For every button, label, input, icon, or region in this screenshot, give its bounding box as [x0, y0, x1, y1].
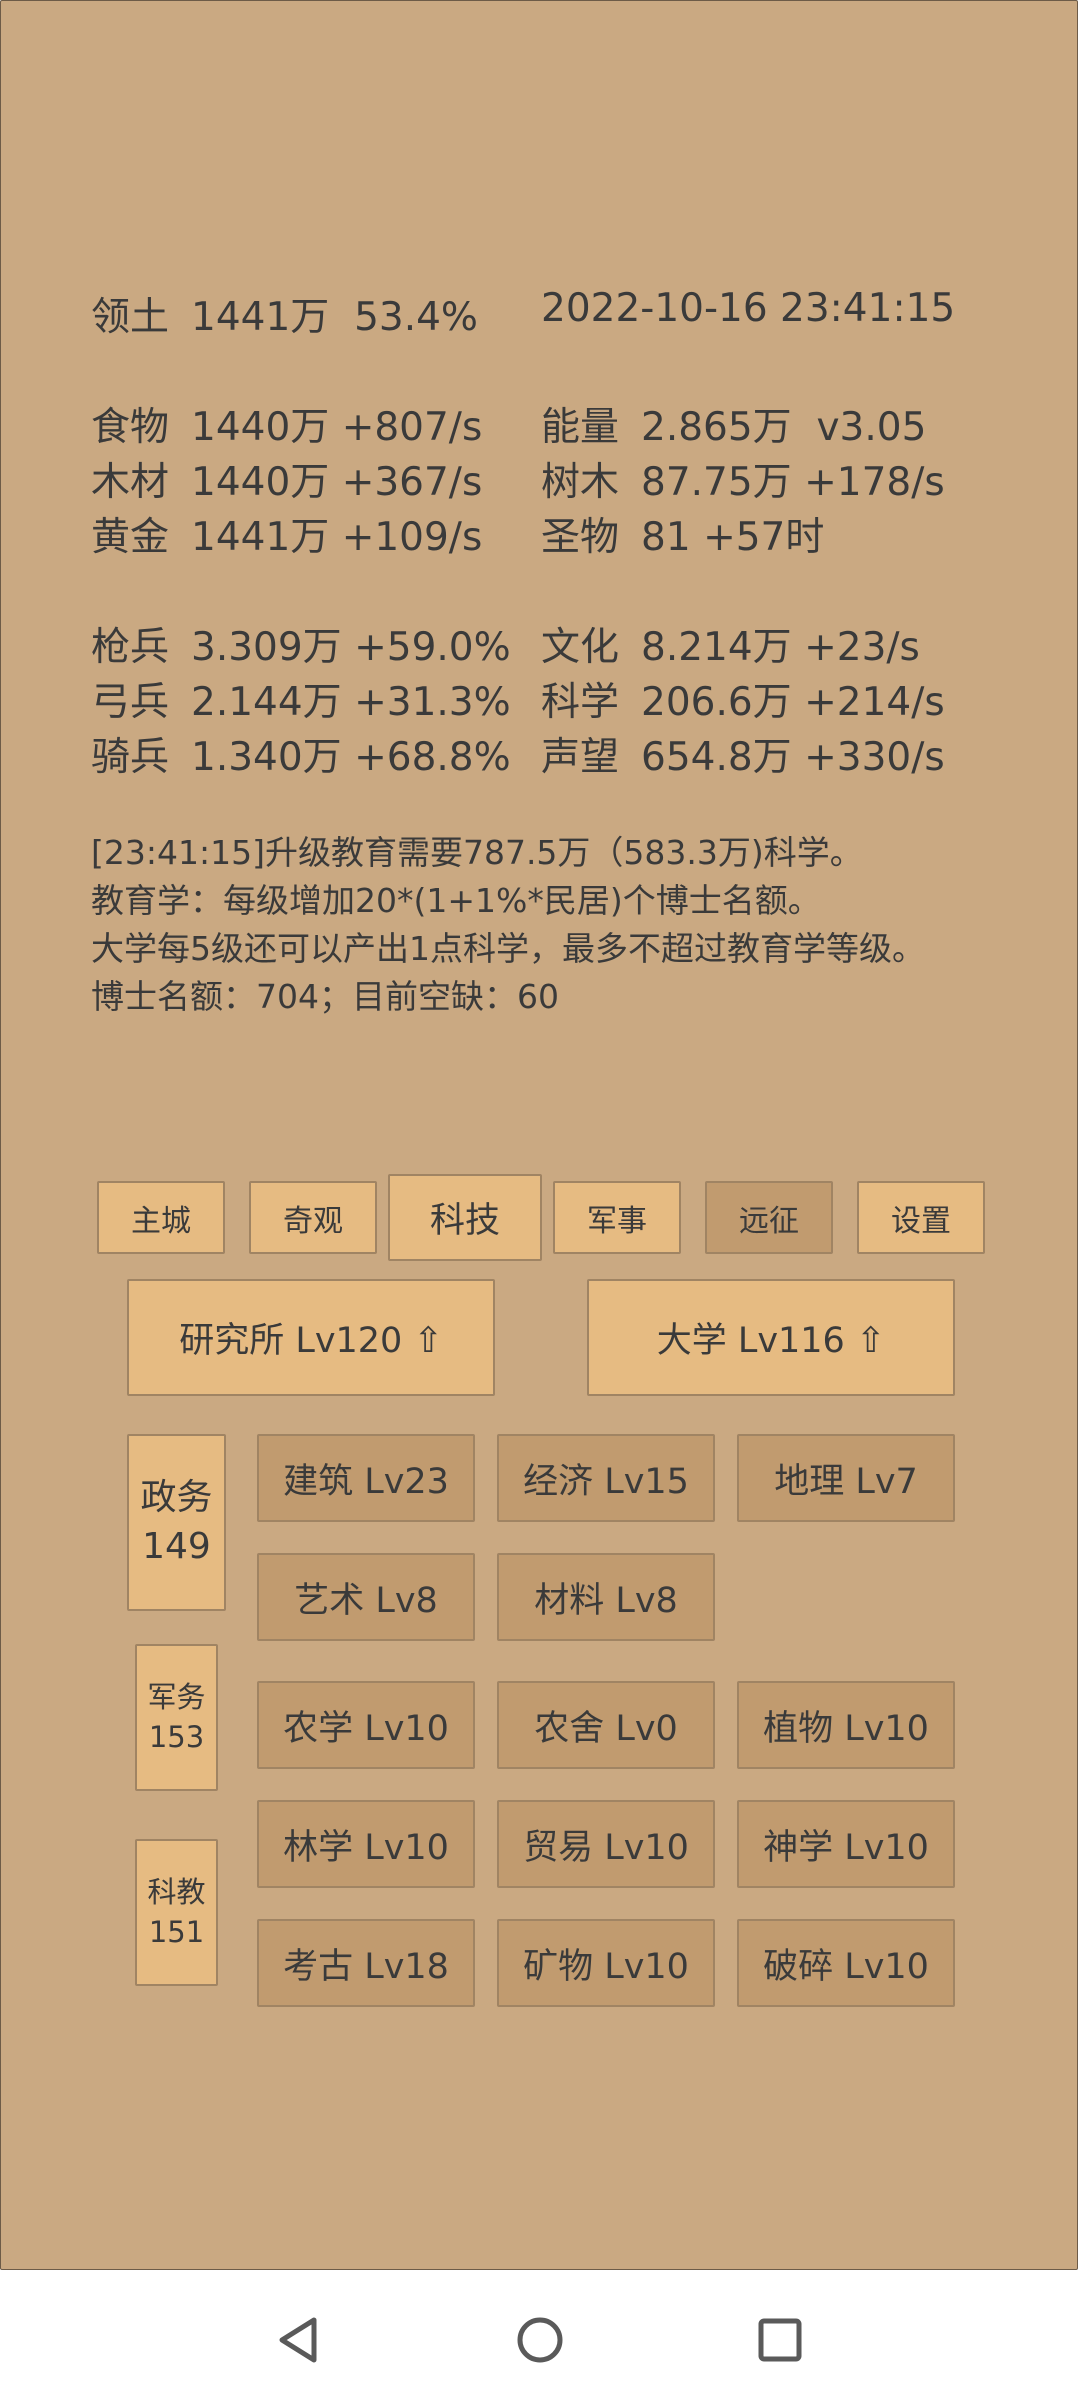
- cavalry-rate: +68.8%: [354, 735, 511, 780]
- log-line: 教育学：每级增加20*(1+1%*民居)个博士名额。: [91, 881, 821, 920]
- tech-geography[interactable]: 地理 Lv7: [737, 1434, 955, 1522]
- spear-label: 枪兵: [91, 625, 170, 670]
- energy-value: 2.865万: [641, 405, 792, 450]
- tech-agronomy[interactable]: 农学 Lv10: [257, 1681, 475, 1769]
- archer-stat: 弓兵 2.144万 +31.3%: [91, 671, 511, 727]
- tech-art[interactable]: 艺术 Lv8: [257, 1553, 475, 1641]
- wood-rate: +367/s: [341, 460, 483, 505]
- tech-trade[interactable]: 贸易 Lv10: [497, 1800, 715, 1888]
- trees-label: 树木: [541, 460, 620, 505]
- science-rate: +214/s: [804, 680, 945, 725]
- back-icon[interactable]: [270, 2310, 330, 2370]
- gold-stat: 黄金 1441万 +109/s: [91, 506, 482, 562]
- tab-main-city[interactable]: 主城: [97, 1181, 225, 1254]
- food-rate: +807/s: [341, 405, 483, 450]
- category-science[interactable]: 科教 151: [135, 1839, 218, 1986]
- wood-stat: 木材 1440万 +367/s: [91, 451, 482, 507]
- food-stat: 食物 1440万 +807/s: [91, 396, 482, 452]
- military-count: 153: [148, 1719, 205, 1754]
- territory-stat: 领土 1441万 53.4%: [91, 286, 478, 342]
- territory-value: 1441万: [191, 295, 330, 340]
- military-name: 军务: [147, 1680, 206, 1715]
- science-cat-count: 151: [148, 1914, 205, 1949]
- culture-label: 文化: [541, 625, 620, 670]
- tech-plants[interactable]: 植物 Lv10: [737, 1681, 955, 1769]
- tab-military[interactable]: 军事: [553, 1181, 681, 1254]
- cavalry-stat: 骑兵 1.340万 +68.8%: [91, 726, 511, 782]
- tech-materials[interactable]: 材料 Lv8: [497, 1553, 715, 1641]
- archer-value: 2.144万: [191, 680, 342, 725]
- gold-label: 黄金: [91, 515, 170, 560]
- tech-theology[interactable]: 神学 Lv10: [737, 1800, 955, 1888]
- science-value: 206.6万: [641, 680, 792, 725]
- tech-farmhouse[interactable]: 农舍 Lv0: [497, 1681, 715, 1769]
- spear-value: 3.309万: [191, 625, 342, 670]
- science-cat-name: 科教: [147, 1875, 206, 1910]
- politics-name: 政务: [140, 1476, 213, 1518]
- spear-rate: +59.0%: [354, 625, 511, 670]
- trees-value: 87.75万: [641, 460, 792, 505]
- territory-label: 领土: [91, 295, 170, 340]
- food-label: 食物: [91, 405, 170, 450]
- politics-count: 149: [142, 1525, 211, 1567]
- relic-stat: 圣物 81 +57时: [541, 506, 824, 562]
- tech-archaeology[interactable]: 考古 Lv18: [257, 1919, 475, 2007]
- tech-shatter[interactable]: 破碎 Lv10: [737, 1919, 955, 2007]
- tech-economy[interactable]: 经济 Lv15: [497, 1434, 715, 1522]
- log-line: 大学每5级还可以产出1点科学，最多不超过教育学等级。: [91, 929, 925, 968]
- prestige-value: 654.8万: [641, 735, 792, 780]
- tab-settings[interactable]: 设置: [857, 1181, 985, 1254]
- culture-rate: +23/s: [804, 625, 920, 670]
- cavalry-value: 1.340万: [191, 735, 342, 780]
- game-panel: 领土 1441万 53.4% 2022-10-16 23:41:15 食物 1440…: [0, 0, 1078, 2270]
- log-line: 博士名额：704；目前空缺：60: [91, 977, 559, 1016]
- tab-technology[interactable]: 科技: [388, 1174, 542, 1261]
- energy-label: 能量: [541, 405, 620, 450]
- institute-upgrade-button[interactable]: 研究所 Lv120 ⇧: [127, 1279, 495, 1396]
- prestige-stat: 声望 654.8万 +330/s: [541, 726, 945, 782]
- food-value: 1440万: [191, 405, 330, 450]
- tech-forestry[interactable]: 林学 Lv10: [257, 1800, 475, 1888]
- category-politics[interactable]: 政务 149: [127, 1434, 226, 1611]
- version: v3.05: [816, 405, 927, 450]
- tech-architecture[interactable]: 建筑 Lv23: [257, 1434, 475, 1522]
- recents-icon[interactable]: [750, 2310, 810, 2370]
- spear-stat: 枪兵 3.309万 +59.0%: [91, 616, 511, 672]
- datetime: 2022-10-16 23:41:15: [541, 286, 956, 331]
- culture-stat: 文化 8.214万 +23/s: [541, 616, 920, 672]
- gold-rate: +109/s: [341, 515, 483, 560]
- science-stat: 科学 206.6万 +214/s: [541, 671, 945, 727]
- archer-label: 弓兵: [91, 680, 170, 725]
- wood-value: 1440万: [191, 460, 330, 505]
- tech-minerals[interactable]: 矿物 Lv10: [497, 1919, 715, 2007]
- prestige-rate: +330/s: [804, 735, 945, 780]
- prestige-label: 声望: [541, 735, 620, 780]
- category-military[interactable]: 军务 153: [135, 1644, 218, 1791]
- cavalry-label: 骑兵: [91, 735, 170, 780]
- tab-wonders[interactable]: 奇观: [249, 1181, 377, 1254]
- trees-rate: +178/s: [804, 460, 945, 505]
- university-upgrade-button[interactable]: 大学 Lv116 ⇧: [587, 1279, 955, 1396]
- culture-value: 8.214万: [641, 625, 792, 670]
- trees-stat: 树木 87.75万 +178/s: [541, 451, 945, 507]
- energy-stat: 能量 2.865万 v3.05: [541, 396, 926, 452]
- relic-value: 81: [641, 515, 691, 560]
- gold-value: 1441万: [191, 515, 330, 560]
- relic-label: 圣物: [541, 515, 620, 560]
- archer-rate: +31.3%: [354, 680, 511, 725]
- territory-percent: 53.4%: [354, 295, 478, 340]
- tab-expedition[interactable]: 远征: [705, 1181, 833, 1254]
- wood-label: 木材: [91, 460, 170, 505]
- system-nav-bar: [0, 2270, 1080, 2400]
- home-icon[interactable]: [510, 2310, 570, 2370]
- relic-rate: +57时: [703, 515, 825, 560]
- log-line: [23:41:15]升级教育需要787.5万（583.3万)科学。: [91, 833, 863, 872]
- science-label: 科学: [541, 680, 620, 725]
